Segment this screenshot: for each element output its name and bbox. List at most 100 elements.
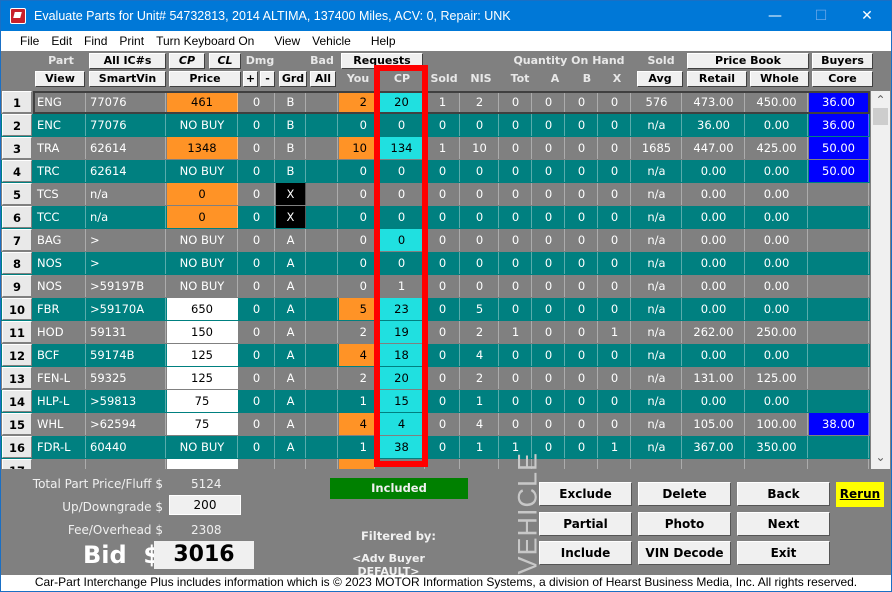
row-number[interactable]: 17 (2, 459, 32, 469)
cell-price[interactable]: NO BUY (167, 229, 238, 251)
bid-value[interactable]: 3016 (154, 541, 254, 569)
cell-core[interactable] (809, 183, 869, 205)
cell-price[interactable]: NO BUY (167, 114, 238, 136)
cell-core[interactable]: 36.00 (809, 114, 869, 136)
cl-button[interactable]: CL (209, 53, 241, 69)
menu-print[interactable]: Print (113, 34, 150, 48)
cell-core[interactable] (809, 344, 869, 366)
cell-core[interactable] (809, 229, 869, 251)
table-row[interactable]: 6 TCC n/a 0 0 X 0 0 0 0 0 0 0 0 n/a 0.00 0.00 (1, 206, 870, 229)
table-row[interactable]: 7 BAG > NO BUY 0 A 0 0 0 0 0 0 0 0 n/a 0.00 0.00 (1, 229, 870, 252)
cell-price[interactable]: 1348 (167, 137, 238, 159)
view-button[interactable]: View (35, 71, 85, 87)
cell-core[interactable]: 50.00 (809, 137, 869, 159)
cell-price[interactable]: 125 (167, 344, 238, 366)
retail-button[interactable]: Retail (687, 71, 747, 87)
table-row[interactable]: 16 FDR-L 60440 NO BUY 0 A 1 38 0 1 1 0 0 1 n/a 367.00 35… (1, 436, 870, 459)
cell-core[interactable] (809, 459, 869, 469)
maximize-button[interactable]: ☐ (798, 1, 844, 31)
row-number[interactable]: 8 (2, 252, 32, 274)
whole-button[interactable]: Whole (750, 71, 809, 87)
cell-core[interactable]: 38.00 (809, 413, 869, 435)
parts-grid[interactable]: 1 ENG 77076 461 0 B 2 20 1 2 0 0 0 0 576 473.00 450.00 36… (1, 91, 870, 469)
core-button[interactable]: Core (812, 71, 873, 87)
vin-decode-button[interactable]: VIN Decode (638, 541, 731, 565)
cell-core[interactable]: 50.00 (809, 160, 869, 182)
plus-button[interactable]: + (243, 71, 258, 87)
row-number[interactable]: 9 (2, 275, 32, 297)
row-number[interactable]: 3 (2, 137, 32, 159)
table-row[interactable]: 5 TCS n/a 0 0 X 0 0 0 0 0 0 0 0 n/a 0.00 0.00 (1, 183, 870, 206)
cell-price[interactable]: 461 (167, 91, 238, 113)
requests-button[interactable]: Requests (341, 53, 423, 69)
row-number[interactable]: 15 (2, 413, 32, 435)
cell-price[interactable]: 150 (167, 321, 238, 343)
table-row[interactable]: 2 ENC 77076 NO BUY 0 B 0 0 0 0 0 0 0 0 n/a 36.00 0.00 36.… (1, 114, 870, 137)
row-number[interactable]: 6 (2, 206, 32, 228)
minimize-button[interactable]: — (752, 1, 798, 31)
cell-price[interactable]: 0 (167, 183, 238, 205)
row-number[interactable]: 16 (2, 436, 32, 458)
row-number[interactable]: 14 (2, 390, 32, 412)
avg-button[interactable]: Avg (637, 71, 683, 87)
table-row[interactable]: 10 FBR >59170A 650 0 A 5 23 0 5 0 0 0 0 n/a 0.00 0.00 (1, 298, 870, 321)
scroll-down-arrow-icon[interactable]: ⌄ (871, 451, 890, 469)
exclude-button[interactable]: Exclude (539, 482, 632, 506)
table-row[interactable]: 9 NOS >59197B NO BUY 0 A 0 1 0 0 0 0 0 0 n/a 0.00 0.00 (1, 275, 870, 298)
menu-find[interactable]: Find (78, 34, 113, 48)
delete-button[interactable]: Delete (638, 482, 731, 506)
grd-button[interactable]: Grd (279, 71, 307, 87)
cell-core[interactable] (809, 275, 869, 297)
buyers-button[interactable]: Buyers (812, 53, 873, 69)
cp-button[interactable]: CP (169, 53, 205, 69)
row-number[interactable]: 13 (2, 367, 32, 389)
table-row[interactable]: 3 TRA 62614 1348 0 B 10 134 1 10 0 0 0 0 1685 447.00 425… (1, 137, 870, 160)
table-row[interactable]: 4 TRC 62614 NO BUY 0 B 0 0 0 0 0 0 0 0 n/a 0.00 0.00 50.0… (1, 160, 870, 183)
up-downgrade-input[interactable]: 200 (169, 495, 241, 515)
row-number[interactable]: 4 (2, 160, 32, 182)
row-number[interactable]: 11 (2, 321, 32, 343)
menu-turn-keyboard-on[interactable]: Turn Keyboard On (150, 34, 260, 48)
row-number[interactable]: 2 (2, 114, 32, 136)
scroll-up-arrow-icon[interactable]: ⌃ (871, 91, 890, 108)
menu-view[interactable]: View (260, 34, 306, 48)
cell-core[interactable] (809, 367, 869, 389)
table-row[interactable]: 13 FEN-L 59325 125 0 A 2 20 0 2 0 0 0 0 n/a 131.00 125.0… (1, 367, 870, 390)
vertical-scrollbar[interactable]: ⌃ ⌄ (871, 91, 890, 469)
cell-price[interactable]: 75 (167, 390, 238, 412)
menu-edit[interactable]: Edit (45, 34, 78, 48)
cell-core[interactable] (809, 298, 869, 320)
cell-price[interactable]: NO BUY (167, 160, 238, 182)
table-row[interactable]: 1 ENG 77076 461 0 B 2 20 1 2 0 0 0 0 576 473.00 450.00 36… (1, 91, 870, 114)
cell-price[interactable]: 125 (167, 367, 238, 389)
scroll-thumb[interactable] (873, 108, 888, 125)
cell-price[interactable]: 650 (167, 298, 238, 320)
row-number[interactable]: 10 (2, 298, 32, 320)
next-button[interactable]: Next (737, 512, 830, 536)
cell-price[interactable]: NO BUY (167, 275, 238, 297)
all-button[interactable]: All (310, 71, 336, 87)
row-number[interactable]: 7 (2, 229, 32, 251)
menu-vehicle[interactable]: Vehicle (306, 34, 357, 48)
all-ics-button[interactable]: All IC#s (89, 53, 166, 69)
include-button[interactable]: Include (539, 541, 632, 565)
table-row[interactable]: 11 HOD 59131 150 0 A 2 19 0 2 1 0 0 1 n/a 262.00 250.00 (1, 321, 870, 344)
row-number[interactable]: 5 (2, 183, 32, 205)
partial-button[interactable]: Partial (539, 512, 632, 536)
photo-button[interactable]: Photo (638, 512, 731, 536)
table-row[interactable]: 15 WHL >62594 75 0 A 4 4 0 4 0 0 0 0 n/a 105.00 100.00 38… (1, 413, 870, 436)
price-button[interactable]: Price (169, 71, 241, 87)
table-row[interactable]: 12 BCF 59174B 125 0 A 4 18 0 4 0 0 0 0 n/a 0.00 0.00 (1, 344, 870, 367)
cell-price[interactable]: 75 (167, 413, 238, 435)
row-number[interactable]: 1 (2, 91, 32, 113)
menu-help[interactable]: Help (357, 34, 402, 48)
menu-file[interactable]: File (1, 34, 45, 48)
cell-core[interactable] (809, 252, 869, 274)
cell-core[interactable] (809, 390, 869, 412)
table-row[interactable]: 8 NOS > NO BUY 0 A 0 0 0 0 0 0 0 0 n/a 0.00 0.00 (1, 252, 870, 275)
close-button[interactable]: ✕ (844, 1, 890, 31)
cell-core[interactable] (809, 321, 869, 343)
cell-core[interactable] (809, 206, 869, 228)
back-button[interactable]: Back (737, 482, 830, 506)
cell-core[interactable]: 36.00 (809, 91, 869, 113)
